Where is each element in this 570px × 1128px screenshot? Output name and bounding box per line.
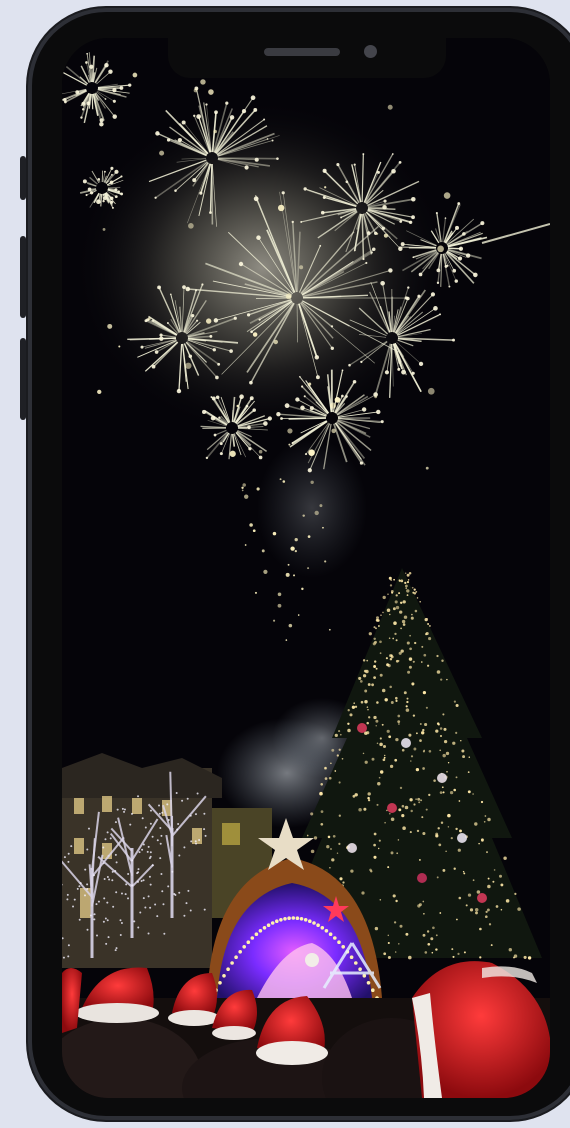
volume-up-button[interactable] [20, 236, 26, 318]
silent-switch[interactable] [20, 156, 26, 200]
smoke-cloud [257, 438, 367, 578]
volume-down-button[interactable] [20, 338, 26, 420]
front-camera [364, 45, 377, 58]
fireworks-photo [62, 38, 550, 1098]
earpiece-speaker [264, 48, 340, 56]
phone-screen [62, 38, 550, 1098]
phone-notch [168, 30, 446, 78]
